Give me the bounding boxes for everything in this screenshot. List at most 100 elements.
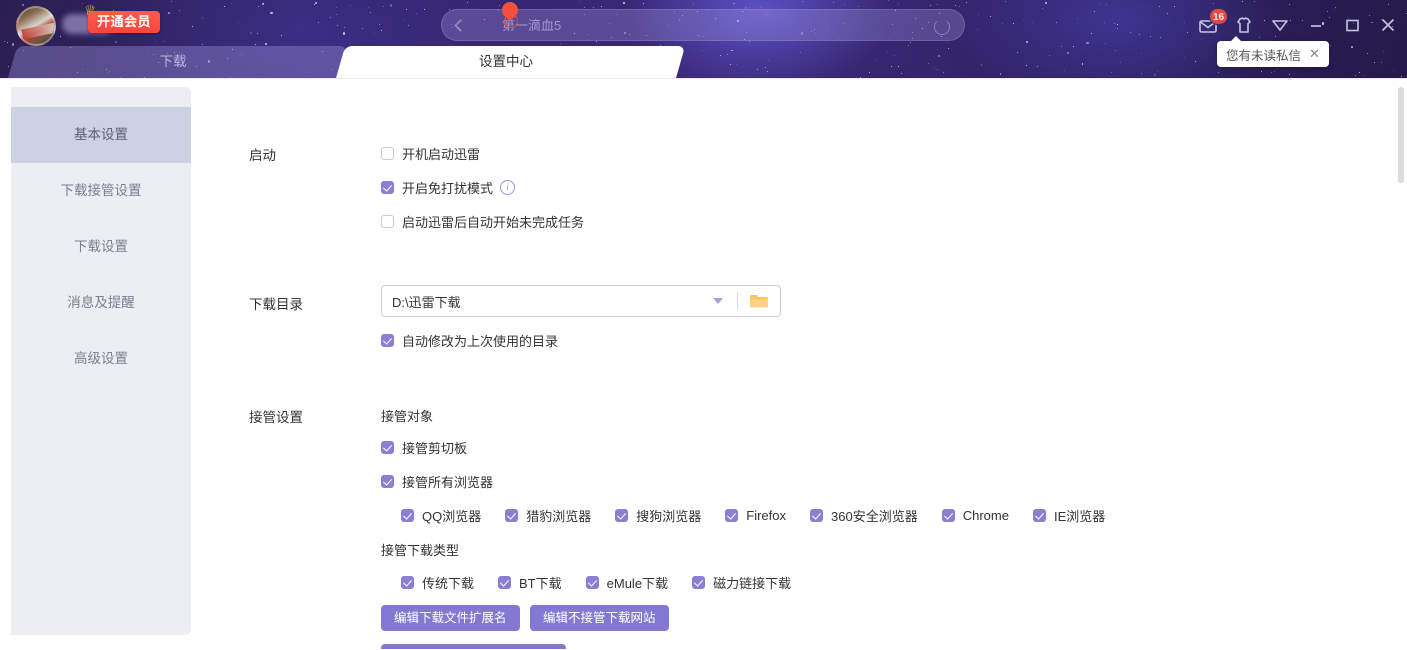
checkbox-label: eMule下载 — [606, 576, 669, 591]
tab-bar: 下载 设置中心 — [0, 46, 1407, 78]
checkbox-box[interactable] — [498, 576, 512, 589]
vertical-scrollbar[interactable] — [1398, 87, 1404, 635]
sidebar-item-label: 下载设置 — [74, 239, 128, 254]
checkbox-auto-last-dir[interactable]: 自动修改为上次使用的目录 — [381, 331, 558, 350]
checkbox-box[interactable] — [941, 509, 955, 522]
checkbox-label: 自动修改为上次使用的目录 — [402, 334, 559, 349]
checkbox-label: QQ浏览器 — [422, 509, 482, 524]
download-directory-value[interactable]: D:\迅雷下载 — [382, 292, 713, 311]
checkbox-box[interactable] — [585, 576, 599, 589]
checkbox-autostart[interactable]: 开机启动迅雷 — [381, 144, 480, 163]
back-chevron-icon[interactable] — [454, 17, 464, 33]
checkbox-browser-firefox[interactable]: Firefox — [725, 508, 786, 523]
checkbox-label: 启动迅雷后自动开始未完成任务 — [402, 215, 585, 230]
tooltip-close-icon[interactable]: ✕ — [1309, 46, 1320, 62]
folder-icon[interactable] — [738, 286, 780, 316]
checkbox-label: Firefox — [746, 508, 786, 523]
checkbox-browser-liebao[interactable]: 猎豹浏览器 — [505, 506, 591, 525]
skin-icon[interactable] — [1233, 14, 1255, 36]
edit-excluded-sites-button[interactable]: 编辑不接管下载网站 — [530, 605, 669, 631]
vip-upgrade-button[interactable]: 开通会员 — [88, 11, 161, 33]
sidebar-item-download[interactable]: 下载设置 — [11, 219, 191, 275]
sidebar-item-label: 下载接管设置 — [60, 183, 142, 198]
tab-settings[interactable]: 设置中心 — [336, 46, 686, 78]
menu-dropdown-icon[interactable] — [1269, 14, 1291, 36]
checkbox-resume-tasks[interactable]: 启动迅雷后自动开始未完成任务 — [381, 212, 584, 231]
download-directory-input[interactable]: D:\迅雷下载 — [381, 285, 781, 317]
checkbox-label: 360安全浏览器 — [831, 509, 918, 524]
sidebar-item-label: 高级设置 — [74, 351, 128, 366]
checkbox-label: 搜狗浏览器 — [636, 509, 702, 524]
checkbox-label: IE浏览器 — [1053, 509, 1106, 524]
info-icon[interactable]: i — [500, 180, 516, 195]
xunlei-window: ♕ 开通会员 第一滴血5 16 下载 设置中心 您有未读私信 ✕ 基本设置 下载… — [0, 0, 1407, 650]
checkbox-type-traditional[interactable]: 传统下载 — [401, 573, 474, 592]
maximize-icon[interactable] — [1341, 14, 1363, 36]
section-label-takeover: 接管设置 — [249, 410, 303, 425]
sub-label-download-types: 接管下载类型 — [381, 543, 460, 558]
checkbox-type-bt[interactable]: BT下载 — [498, 573, 562, 592]
tab-settings-label: 设置中心 — [479, 54, 533, 69]
partially-visible-button[interactable] — [381, 644, 566, 649]
sidebar-item-takeover[interactable]: 下载接管设置 — [11, 163, 191, 219]
checkbox-box[interactable] — [381, 441, 394, 454]
checkbox-box[interactable] — [401, 509, 414, 522]
checkbox-label: 接管剪切板 — [402, 441, 468, 456]
checkbox-box[interactable] — [381, 475, 394, 488]
mail-icon[interactable]: 16 — [1197, 8, 1229, 36]
checkbox-box[interactable] — [725, 509, 739, 522]
close-icon[interactable] — [1377, 14, 1399, 36]
scrollbar-thumb[interactable] — [1398, 87, 1404, 183]
checkbox-box[interactable] — [615, 509, 629, 522]
checkbox-label: 接管所有浏览器 — [402, 475, 494, 490]
sidebar-item-label: 消息及提醒 — [67, 295, 135, 310]
tooltip-text: 您有未读私信 — [1226, 48, 1302, 63]
checkbox-box[interactable] — [1032, 509, 1046, 522]
checkbox-box[interactable] — [381, 215, 394, 228]
checkbox-browser-chrome[interactable]: Chrome — [941, 508, 1009, 523]
edit-extensions-button[interactable]: 编辑下载文件扩展名 — [381, 605, 520, 631]
search-bar[interactable]: 第一滴血5 — [441, 9, 965, 41]
checkbox-browser-ie[interactable]: IE浏览器 — [1032, 506, 1106, 525]
window-controls: 16 — [1197, 8, 1399, 40]
checkbox-type-magnet[interactable]: 磁力链接下载 — [692, 573, 791, 592]
checkbox-browser-qq[interactable]: QQ浏览器 — [401, 506, 481, 525]
checkbox-all-browsers[interactable]: 接管所有浏览器 — [381, 472, 493, 491]
checkbox-box[interactable] — [401, 576, 414, 589]
settings-panel: 启动 开机启动迅雷 开启免打扰模式 i 启动迅雷后自动开始未完成任务 下载目录 … — [191, 79, 1397, 649]
checkbox-type-emule[interactable]: eMule下载 — [585, 573, 669, 592]
checkbox-label: Chrome — [962, 508, 1009, 523]
checkbox-box[interactable] — [381, 147, 394, 160]
refresh-icon[interactable] — [934, 19, 950, 35]
window-header: ♕ 开通会员 第一滴血5 16 下载 设置中心 — [0, 0, 1407, 78]
checkbox-browser-sogou[interactable]: 搜狗浏览器 — [615, 506, 701, 525]
sidebar-item-messages[interactable]: 消息及提醒 — [11, 275, 191, 331]
sub-label-takeover-object: 接管对象 — [381, 409, 434, 424]
checkbox-clipboard[interactable]: 接管剪切板 — [381, 438, 467, 457]
checkbox-box[interactable] — [505, 509, 519, 522]
browser-checkbox-group: QQ浏览器 猎豹浏览器 搜狗浏览器 Firefox 360安全浏览器 Chrom… — [401, 506, 1129, 525]
checkbox-label: 开启免打扰模式 — [402, 181, 494, 196]
sidebar-item-label: 基本设置 — [74, 127, 128, 142]
avatar[interactable] — [16, 6, 56, 46]
minimize-icon[interactable] — [1305, 14, 1327, 36]
location-pin-marker — [498, 0, 522, 28]
checkbox-label: 开机启动迅雷 — [402, 147, 481, 162]
checkbox-label: 磁力链接下载 — [713, 576, 792, 591]
chevron-down-icon[interactable] — [713, 298, 723, 304]
checkbox-box[interactable] — [381, 334, 394, 347]
checkbox-box[interactable] — [692, 576, 706, 589]
section-label-download-dir: 下载目录 — [249, 297, 303, 312]
checkbox-browser-360[interactable]: 360安全浏览器 — [810, 506, 918, 525]
checkbox-label: 传统下载 — [422, 576, 475, 591]
mail-unread-badge: 16 — [1209, 8, 1229, 25]
checkbox-dnd-mode[interactable]: 开启免打扰模式 i — [381, 178, 516, 197]
checkbox-label: 猎豹浏览器 — [526, 509, 592, 524]
download-type-checkbox-group: 传统下载 BT下载 eMule下载 磁力链接下载 — [401, 573, 815, 592]
tab-download[interactable]: 下载 — [8, 46, 348, 78]
sidebar-item-basic[interactable]: 基本设置 — [11, 107, 191, 163]
sidebar-item-advanced[interactable]: 高级设置 — [11, 331, 191, 387]
checkbox-box[interactable] — [381, 181, 394, 194]
settings-sidebar: 基本设置 下载接管设置 下载设置 消息及提醒 高级设置 — [11, 87, 191, 635]
checkbox-box[interactable] — [810, 509, 823, 522]
